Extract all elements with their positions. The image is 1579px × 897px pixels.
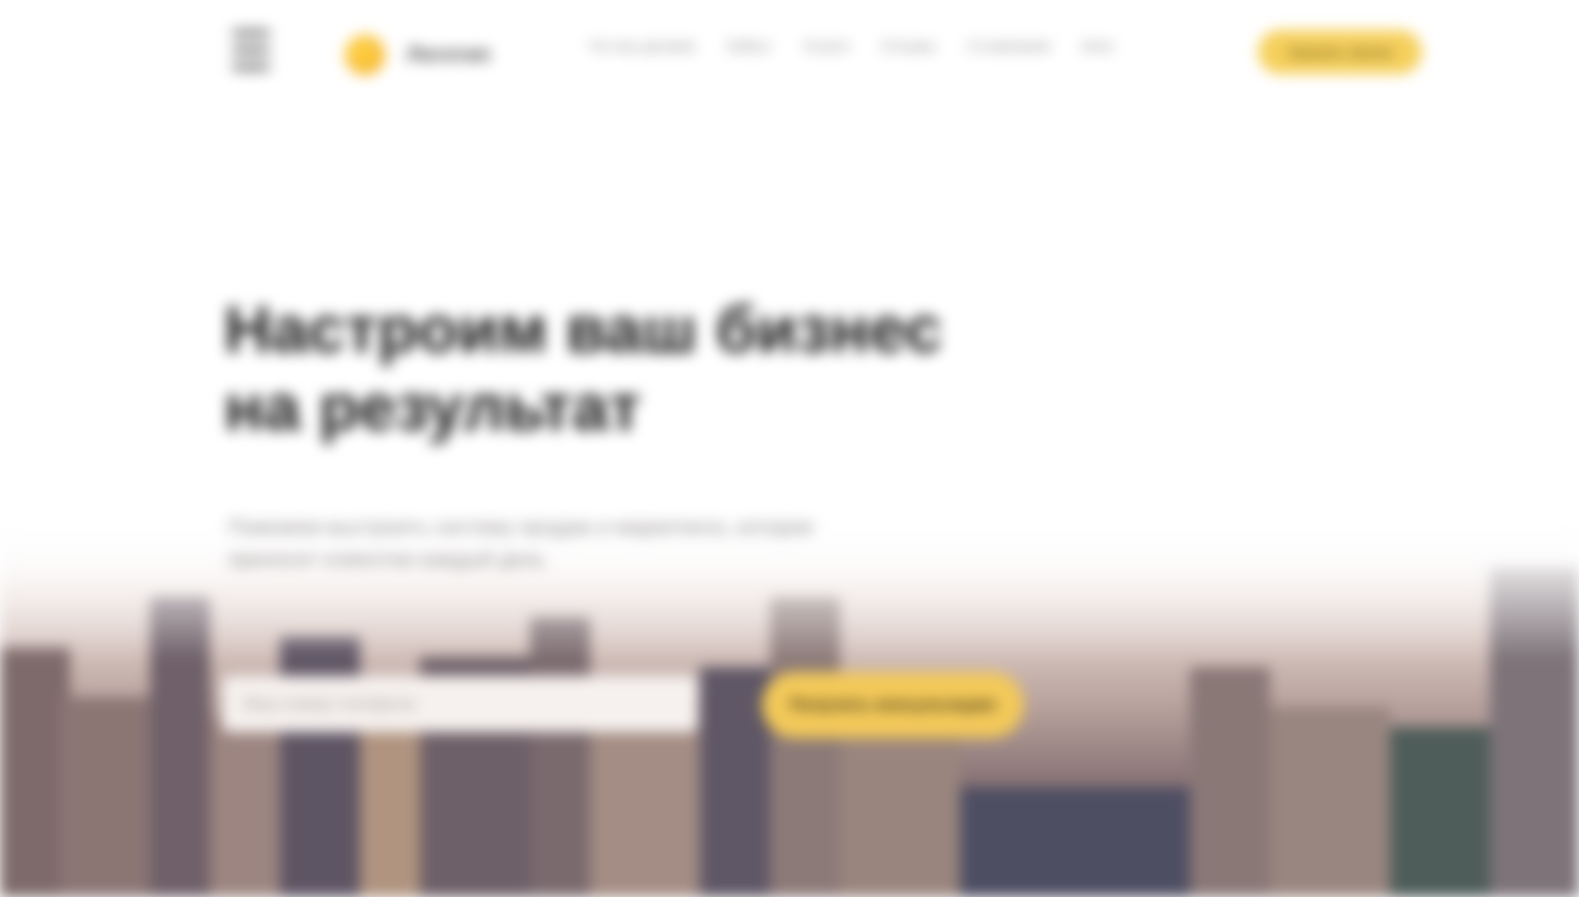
nav-item-cases[interactable]: Кейсы — [727, 38, 771, 55]
logo-text: Логотип — [407, 43, 491, 66]
nav-item-what-we-do[interactable]: Что мы делаем — [588, 38, 695, 55]
landing-page: Логотип Что мы делаем Кейсы Услуги Отзыв… — [0, 0, 1579, 897]
menu-line — [232, 64, 270, 70]
site-header: Логотип Что мы делаем Кейсы Услуги Отзыв… — [0, 0, 1579, 104]
logo[interactable]: Логотип — [345, 30, 491, 80]
hero-subtitle: Поможем выстроить систему продаж и марке… — [228, 516, 814, 571]
nav-item-about[interactable]: О компании — [968, 38, 1051, 55]
get-consultation-button[interactable]: Получить консультацию — [762, 672, 1024, 738]
nav-item-reviews[interactable]: Отзывы — [881, 38, 936, 55]
building — [960, 787, 1190, 897]
hero-title-line-2: на результат — [224, 370, 641, 444]
menu-icon[interactable] — [232, 30, 270, 70]
nav-item-blog[interactable]: Блог — [1082, 38, 1114, 55]
menu-line — [232, 30, 270, 36]
hero-title: Настроим ваш бизнес на результат — [224, 290, 984, 446]
building — [700, 667, 770, 897]
building — [1390, 727, 1500, 897]
building — [840, 727, 960, 897]
main-nav: Что мы делаем Кейсы Услуги Отзывы О комп… — [588, 38, 1147, 55]
logo-mark-icon — [345, 35, 385, 75]
nav-item-services[interactable]: Услуги — [803, 38, 849, 55]
city-skyline-background — [0, 0, 1579, 897]
building — [1190, 667, 1270, 897]
menu-line — [232, 47, 270, 53]
hero-title-line-1: Настроим ваш бизнес — [224, 292, 943, 366]
phone-input[interactable] — [222, 676, 698, 732]
request-call-button[interactable]: Заказать звонок — [1258, 30, 1422, 74]
building — [1270, 707, 1390, 897]
